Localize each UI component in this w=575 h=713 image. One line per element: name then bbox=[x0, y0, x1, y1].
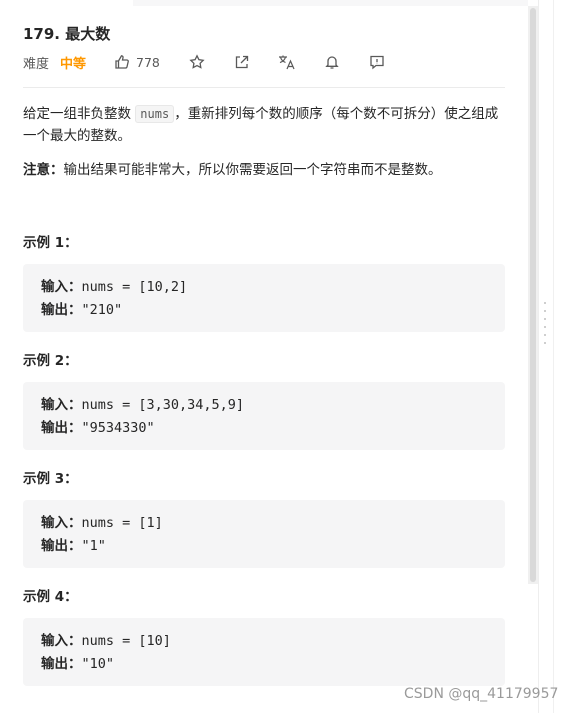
example-input-line: 输入：nums = [10,2] bbox=[41, 275, 187, 295]
example-output-line: 输出："9534330" bbox=[41, 416, 155, 436]
header-divider bbox=[23, 87, 505, 88]
like-count: 778 bbox=[136, 54, 160, 70]
input-value: nums = [1] bbox=[81, 515, 163, 531]
input-value: nums = [10] bbox=[81, 633, 171, 649]
pane-edge bbox=[553, 0, 554, 713]
like-button[interactable]: 778 bbox=[114, 54, 160, 70]
output-value: "10" bbox=[81, 656, 115, 672]
difficulty-badge: 中等 bbox=[60, 56, 87, 72]
example-input-line: 输入：nums = [1] bbox=[41, 511, 163, 531]
example-title: 示例 1： bbox=[23, 235, 78, 251]
share-icon[interactable] bbox=[233, 53, 251, 71]
input-value: nums = [10,2] bbox=[81, 279, 188, 295]
example-title: 示例 4： bbox=[23, 589, 78, 605]
input-value: nums = [3,30,34,5,9] bbox=[81, 397, 245, 413]
example-title: 示例 2： bbox=[23, 353, 78, 369]
example-input-line: 输入：nums = [3,30,34,5,9] bbox=[41, 393, 244, 413]
input-label: 输入： bbox=[41, 515, 82, 531]
thumbs-up-icon bbox=[114, 54, 130, 70]
inline-code-nums: nums bbox=[135, 105, 175, 123]
input-label: 输入： bbox=[41, 279, 82, 295]
example-output-line: 输出："210" bbox=[41, 298, 122, 318]
watermark: CSDN @qq_41179957 bbox=[404, 686, 559, 702]
right-pane bbox=[538, 0, 575, 713]
vertical-scrollbar-thumb[interactable] bbox=[530, 8, 536, 582]
output-label: 输出： bbox=[41, 420, 82, 436]
note-label: 注意： bbox=[23, 162, 64, 178]
output-label: 输出： bbox=[41, 538, 82, 554]
translate-icon[interactable] bbox=[278, 53, 296, 71]
problem-description: 给定一组非负整数 nums ，重新排列每个数的顺序（每个数不可拆分）使之组成一个最… bbox=[23, 103, 505, 147]
output-label: 输出： bbox=[41, 302, 82, 318]
example-output-line: 输出："10" bbox=[41, 652, 114, 672]
example-title: 示例 3： bbox=[23, 471, 78, 487]
star-icon[interactable] bbox=[188, 53, 206, 71]
example-input-line: 输入：nums = [10] bbox=[41, 629, 171, 649]
output-value: "210" bbox=[81, 302, 123, 318]
output-label: 输出： bbox=[41, 656, 82, 672]
example-block: 输入：nums = [1] 输出："1" bbox=[23, 500, 505, 568]
example-block: 输入：nums = [10,2] 输出："210" bbox=[23, 264, 505, 332]
resize-handle[interactable] bbox=[544, 302, 547, 352]
problem-note: 注意：输出结果可能非常大，所以你需要返回一个字符串而不是整数。 bbox=[23, 159, 505, 181]
note-text: 输出结果可能非常大，所以你需要返回一个字符串而不是整数。 bbox=[63, 162, 442, 178]
example-block: 输入：nums = [10] 输出："10" bbox=[23, 618, 505, 686]
problem-meta-bar: 难度 中等 778 bbox=[23, 52, 386, 72]
problem-title: 179. 最大数 bbox=[23, 25, 111, 43]
example-output-line: 输出："1" bbox=[41, 534, 106, 554]
output-value: "1" bbox=[81, 538, 106, 554]
description-text-1: 给定一组非负整数 bbox=[23, 106, 136, 122]
difficulty-label: 难度 bbox=[23, 56, 50, 72]
bell-icon[interactable] bbox=[323, 53, 341, 71]
feedback-icon[interactable] bbox=[368, 53, 386, 71]
input-label: 输入： bbox=[41, 397, 82, 413]
example-block: 输入：nums = [3,30,34,5,9] 输出："9534330" bbox=[23, 382, 505, 450]
input-label: 输入： bbox=[41, 633, 82, 649]
output-value: "9534330" bbox=[81, 420, 155, 436]
